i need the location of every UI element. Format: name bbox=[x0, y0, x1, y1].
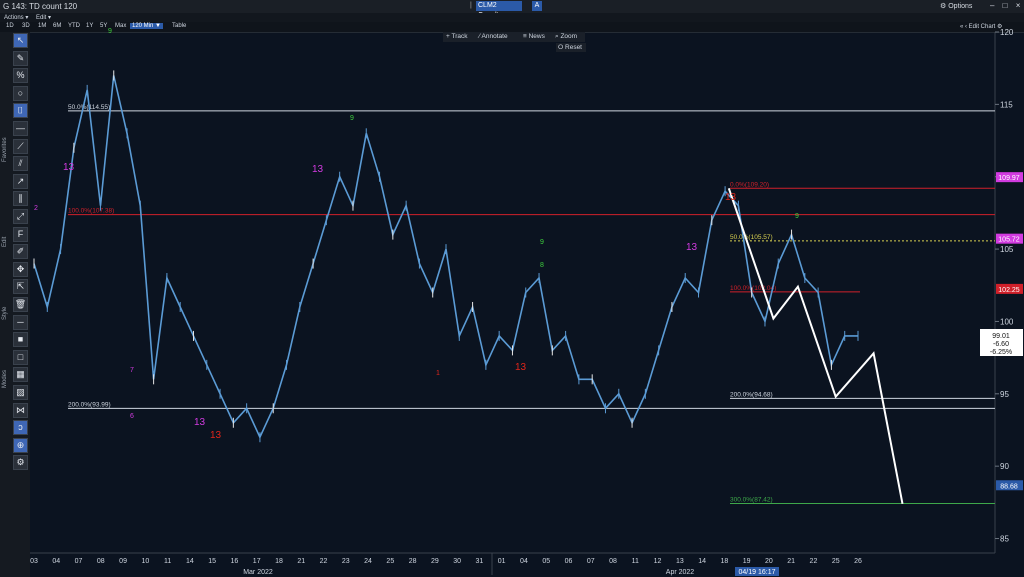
fib-label: 50.0%(105.57) bbox=[730, 234, 773, 241]
x-tick-label: 19 bbox=[743, 558, 751, 565]
price-label: 102.25 bbox=[998, 287, 1020, 294]
td-count-label: 9 bbox=[108, 28, 112, 35]
x-tick-label: 07 bbox=[587, 558, 595, 565]
x-tick-label: 04 bbox=[52, 558, 60, 565]
x-tick-label: 25 bbox=[386, 558, 394, 565]
x-month-label: Apr 2022 bbox=[666, 569, 695, 576]
td-count-label: 13 bbox=[63, 162, 75, 173]
y-tick-label: 105 bbox=[1000, 245, 1014, 254]
td-count-label: 9 bbox=[350, 115, 354, 122]
x-tick-label: 13 bbox=[676, 558, 684, 565]
x-tick-label: 22 bbox=[320, 558, 328, 565]
td-count-label: 13 bbox=[515, 362, 527, 373]
td-count-label: 13 bbox=[686, 242, 698, 253]
x-tick-label: 08 bbox=[609, 558, 617, 565]
x-tick-label: 10 bbox=[141, 558, 149, 565]
x-tick-label: 24 bbox=[364, 558, 372, 565]
x-tick-label: 12 bbox=[654, 558, 662, 565]
x-tick-label: 05 bbox=[542, 558, 550, 565]
x-tick-label: 03 bbox=[30, 558, 38, 565]
x-month-label: Mar 2022 bbox=[243, 569, 273, 576]
y-tick-label: 120 bbox=[1000, 28, 1014, 37]
y-tick-label: 85 bbox=[1000, 535, 1009, 544]
x-tick-label: 06 bbox=[565, 558, 573, 565]
td-count-label: 13 bbox=[312, 164, 324, 175]
x-tick-label: 14 bbox=[186, 558, 194, 565]
x-tick-label: 07 bbox=[75, 558, 83, 565]
x-tick-label: 04 bbox=[520, 558, 528, 565]
x-tick-label: 09 bbox=[119, 558, 127, 565]
x-tick-label: 01 bbox=[498, 558, 506, 565]
price-line bbox=[33, 75, 858, 440]
price-label: 109.97 bbox=[998, 175, 1020, 182]
x-tick-label: 16 bbox=[231, 558, 239, 565]
x-tick-label: 11 bbox=[632, 558, 639, 565]
fib-label: 0.0%(109.20) bbox=[730, 181, 769, 188]
y-tick-label: 100 bbox=[1000, 317, 1014, 326]
td-count-label: 8 bbox=[540, 262, 544, 269]
td-count-label: 1 bbox=[436, 370, 440, 377]
x-tick-label: 30 bbox=[453, 558, 461, 565]
fib-label: 100.0%(102.04) bbox=[730, 285, 776, 292]
price-label: 105.72 bbox=[998, 237, 1020, 244]
fib-label: 100.0%(107.38) bbox=[68, 208, 114, 215]
cursor-date-label: 04/19 16:17 bbox=[739, 569, 776, 576]
x-tick-label: 23 bbox=[342, 558, 350, 565]
x-tick-label: 21 bbox=[787, 558, 795, 565]
x-tick-label: 17 bbox=[253, 558, 261, 565]
last-price-value: -6.25% bbox=[990, 349, 1012, 356]
price-label: 88.68 bbox=[1000, 483, 1018, 490]
x-tick-label: 28 bbox=[409, 558, 417, 565]
td-count-label: 9 bbox=[540, 239, 544, 246]
td-count-label: 13 bbox=[194, 417, 206, 428]
x-tick-label: 29 bbox=[431, 558, 439, 565]
x-tick-label: 20 bbox=[765, 558, 773, 565]
x-tick-label: 15 bbox=[208, 558, 216, 565]
y-tick-label: 95 bbox=[1000, 390, 1009, 399]
x-tick-label: 08 bbox=[97, 558, 105, 565]
last-price-value: -6.60 bbox=[993, 341, 1009, 348]
y-tick-label: 115 bbox=[1000, 100, 1013, 109]
fib-label: 200.0%(94.68) bbox=[730, 391, 773, 398]
fib-label: 300.0%(87.42) bbox=[730, 497, 773, 504]
fib-label: 200.0%(93.99) bbox=[68, 401, 111, 408]
x-tick-label: 21 bbox=[297, 558, 305, 565]
td-count-label: 6 bbox=[130, 413, 134, 420]
x-tick-label: 11 bbox=[164, 558, 171, 565]
x-tick-label: 31 bbox=[476, 558, 484, 565]
x-tick-label: 14 bbox=[698, 558, 706, 565]
td-count-label: 9 bbox=[795, 213, 799, 220]
td-count-label: 13 bbox=[210, 430, 222, 441]
td-count-label: 13 bbox=[725, 192, 737, 203]
x-tick-label: 22 bbox=[810, 558, 818, 565]
td-count-label: 2 bbox=[34, 205, 38, 212]
price-chart[interactable]: 8590951001051101151200304070809101114151… bbox=[0, 0, 1024, 577]
x-tick-label: 18 bbox=[720, 558, 728, 565]
last-price-value: 99.01 bbox=[992, 333, 1010, 340]
y-tick-label: 90 bbox=[1000, 462, 1009, 471]
x-tick-label: 25 bbox=[832, 558, 840, 565]
x-tick-label: 26 bbox=[854, 558, 862, 565]
x-tick-label: 18 bbox=[275, 558, 283, 565]
td-count-label: 7 bbox=[130, 367, 134, 374]
